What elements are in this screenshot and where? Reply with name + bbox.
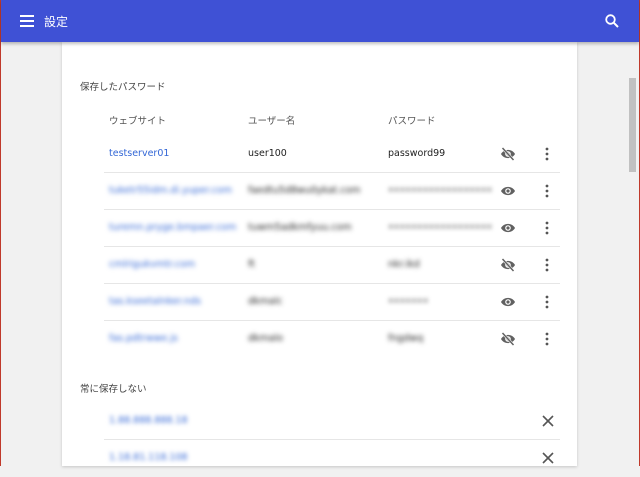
more-vert-icon[interactable] — [544, 332, 550, 346]
password-username: tuwm5adkmfyuu.com — [248, 222, 352, 233]
exception-site-link[interactable]: 1.18.81.118.108 — [109, 452, 188, 463]
column-header-site: ウェブサイト — [109, 116, 167, 127]
exception-row: 1.88.888.888.18 — [104, 403, 560, 440]
password-site-link[interactable]: fas.pdtrwwe.js — [109, 333, 178, 344]
eye-icon[interactable] — [500, 295, 516, 309]
exception-row: 1.18.81.118.108 — [104, 440, 560, 477]
scrollbar[interactable] — [626, 42, 639, 466]
password-value: password99 — [388, 148, 446, 159]
settings-card: 保存したパスワード ウェブサイト ユーザー名 パスワード testserver0… — [62, 42, 577, 466]
password-value: ••••••• — [388, 296, 429, 307]
eye-off-icon[interactable] — [500, 147, 516, 161]
password-row: tuketr55idm.di.yuper.com faedtu5d8wu0ykat… — [104, 173, 560, 210]
more-vert-icon[interactable] — [544, 184, 550, 198]
scrollbar-thumb[interactable] — [629, 78, 636, 172]
password-value: fngdwq — [388, 333, 424, 344]
eye-icon[interactable] — [500, 184, 516, 198]
eye-off-icon[interactable] — [500, 258, 516, 272]
password-row: fas.pdtrwwe.js dkmalo fngdwq — [104, 321, 560, 358]
more-vert-icon[interactable] — [544, 147, 550, 161]
menu-icon[interactable] — [20, 15, 34, 27]
saved-passwords-title: 保存したパスワード — [80, 82, 166, 93]
password-row: testserver01 user100 password99 — [104, 136, 560, 173]
password-username: user100 — [248, 148, 287, 159]
more-vert-icon[interactable] — [544, 295, 550, 309]
exception-site-link[interactable]: 1.88.888.888.18 — [109, 415, 188, 426]
more-vert-icon[interactable] — [544, 258, 550, 272]
password-username: dkmalc — [248, 296, 283, 307]
password-row: cmlrigukvmtr.com ft nkr.ikd — [104, 247, 560, 284]
password-row: turemn.pryge.bmpaer.com tuwm5adkmfyuu.com… — [104, 210, 560, 247]
password-username: ft — [248, 259, 255, 270]
never-saved-title: 常に保存しない — [80, 384, 147, 395]
password-value: •••••••••••••••••• — [388, 222, 493, 233]
password-site-link[interactable]: tuketr55idm.di.yuper.com — [109, 185, 232, 196]
password-value: nkr.ikd — [388, 259, 420, 270]
password-row: tas.kseetalnker.nds dkmalc ••••••• — [104, 284, 560, 321]
eye-icon[interactable] — [500, 221, 516, 235]
password-username: faedtu5d8wu0ykat.com — [248, 185, 361, 196]
window-frame-left — [0, 0, 1, 466]
close-icon[interactable] — [541, 451, 555, 465]
password-site-link[interactable]: tas.kseetalnker.nds — [109, 296, 201, 307]
password-site-link[interactable]: testserver01 — [109, 148, 169, 159]
column-header-user: ユーザー名 — [248, 116, 296, 127]
search-icon[interactable] — [604, 13, 620, 29]
column-header-password: パスワード — [388, 116, 436, 127]
top-toolbar: 設定 — [1, 0, 639, 42]
eye-off-icon[interactable] — [500, 332, 516, 346]
password-value: •••••••••••••••••• — [388, 185, 493, 196]
page-title: 設定 — [44, 15, 69, 29]
password-site-link[interactable]: cmlrigukvmtr.com — [109, 259, 195, 270]
password-username: dkmalo — [248, 333, 284, 344]
close-icon[interactable] — [541, 414, 555, 428]
more-vert-icon[interactable] — [544, 221, 550, 235]
password-site-link[interactable]: turemn.pryge.bmpaer.com — [109, 222, 236, 233]
